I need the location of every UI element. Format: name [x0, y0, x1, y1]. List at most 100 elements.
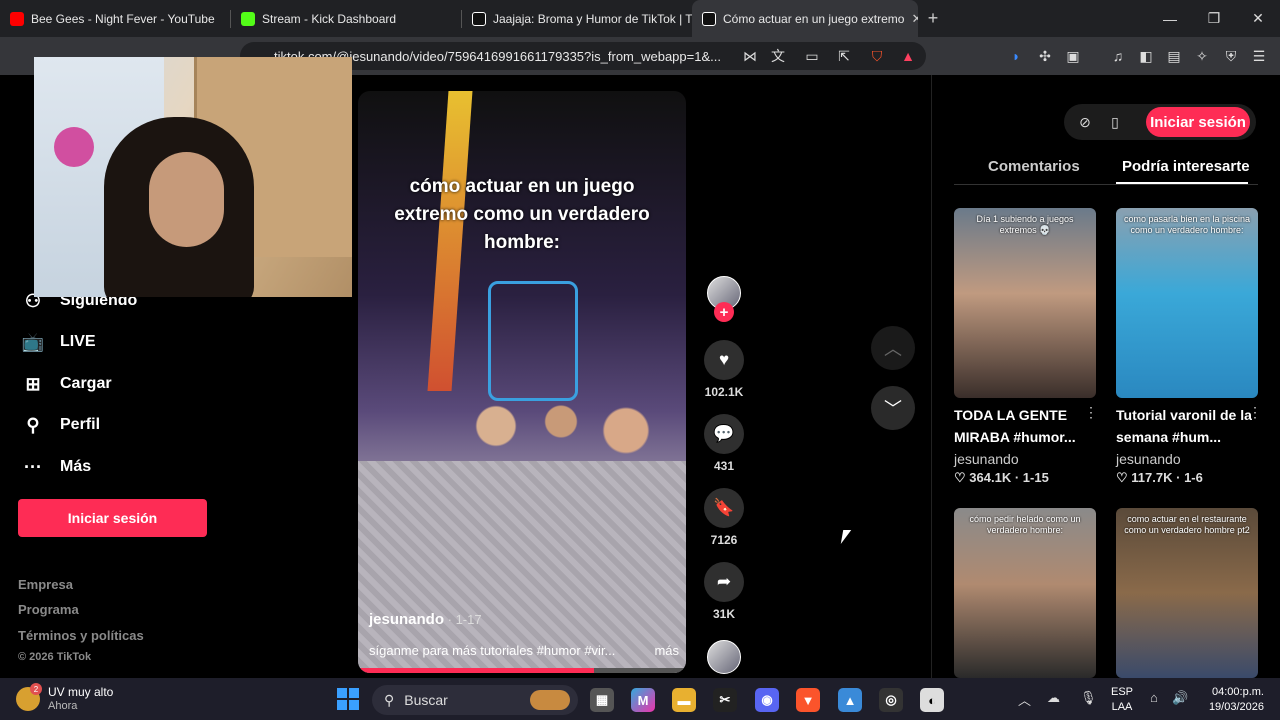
like-action[interactable]: ♥ 102.1K [700, 340, 748, 399]
volume-icon[interactable]: 🔊 [1172, 690, 1188, 706]
mute-icon[interactable]: ⋈ [740, 46, 760, 66]
screenshot-icon[interactable]: ▣ [1063, 46, 1083, 66]
tab-title: Cómo actuar en un juego extremo [723, 11, 905, 26]
card-user[interactable]: jesunando [1116, 451, 1181, 467]
weather-widget[interactable]: 2 UV muy alto Ahora [16, 683, 113, 713]
minimize-icon[interactable]: — [1148, 0, 1192, 37]
brave-shield-icon[interactable]: ⛉ [867, 46, 887, 66]
m365-icon[interactable]: M [631, 688, 655, 712]
weather-icon: 2 [16, 683, 42, 711]
video-thumbnail[interactable]: Día 1 subiendo a juegos extremos 💀 [954, 208, 1096, 398]
language-indicator[interactable]: ESP LAA [1108, 685, 1136, 715]
streamlabs-icon[interactable]: ◐ [920, 688, 944, 712]
bookmark-icon[interactable]: 🔖 [704, 488, 744, 528]
obs-icon[interactable]: ◎ [879, 688, 903, 712]
sidebar-item-more[interactable]: ··· Más [22, 456, 91, 478]
card-more-icon[interactable]: ⋮ [1248, 404, 1262, 421]
video-author[interactable]: jesunando · 1-17 [369, 611, 482, 628]
footer-link-program[interactable]: Programa [18, 602, 79, 617]
file-explorer-icon[interactable]: ▬ [672, 688, 696, 712]
comment-action[interactable]: 💬 431 [700, 414, 748, 473]
footer-link-terms[interactable]: Términos y políticas [18, 628, 144, 643]
share-icon[interactable]: ⇱ [834, 46, 854, 66]
speech-icon[interactable]: ◗ [1006, 46, 1026, 66]
taskbar-search[interactable]: ⚲ Buscar [372, 685, 578, 715]
close-icon[interactable]: ✕ [911, 11, 918, 27]
explore-icon[interactable]: ⊘ [1074, 111, 1096, 133]
close-window-icon[interactable]: ✕ [1236, 0, 1280, 37]
music-disc-icon[interactable] [707, 640, 741, 674]
music-disc[interactable] [700, 640, 748, 674]
network-icon[interactable]: ⌂ [1150, 690, 1158, 705]
weather-badge: 2 [30, 683, 42, 695]
video-player[interactable]: cómo actuar en un juego extremo como un … [358, 91, 686, 673]
music-icon[interactable]: ♫ [1108, 46, 1128, 66]
browser-tab[interactable]: Stream - Kick Dashboard [231, 0, 461, 37]
header-login-button[interactable]: Iniciar sesión [1146, 107, 1250, 137]
card-user[interactable]: jesunando [954, 451, 1019, 467]
tab-suggested[interactable]: Podría interesarte [1122, 158, 1250, 175]
video-thumbnail[interactable]: como actuar en el restaurante como un ve… [1116, 508, 1258, 678]
webcam-face [149, 152, 224, 247]
extensions-icon[interactable]: ✣ [1035, 46, 1055, 66]
discord-icon[interactable]: ◉ [755, 688, 779, 712]
card-likes: 117.7K [1131, 470, 1173, 485]
rewards-icon[interactable]: ▲ [898, 46, 918, 66]
sidebar-item-label: Cargar [60, 375, 112, 392]
maximize-icon[interactable]: ❐ [1192, 0, 1236, 37]
chevron-up-icon[interactable]: ︿ [1018, 690, 1031, 709]
layout-code: LAA [1111, 701, 1133, 713]
browser-tab[interactable]: Jaajaja: Broma y Humor de TikTok | TikTo… [462, 0, 692, 37]
cast-icon[interactable]: ▭ [802, 46, 822, 66]
video-thumbnail[interactable]: como pasarla bien en la piscina como un … [1116, 208, 1258, 398]
card-more-icon[interactable]: ⋮ [1084, 404, 1098, 421]
share-arrow-icon[interactable]: ➦ [704, 562, 744, 602]
card-stats: ♡ 364.1K · 1-15 [954, 470, 1049, 486]
vpn-icon[interactable]: ⛨ [1221, 46, 1241, 66]
card-title[interactable]: Tutorial varonil de la semana #hum... [1116, 404, 1258, 448]
follow-plus-icon[interactable]: + [714, 302, 734, 322]
video-thumbnail[interactable]: cómo pedir helado como un verdadero homb… [954, 508, 1096, 678]
microphone-icon[interactable]: 🎙 [1080, 690, 1097, 706]
sidebar-item-upload[interactable]: ⊞ Cargar [22, 373, 112, 395]
capcut-icon[interactable]: ✂ [713, 688, 737, 712]
panel-divider [931, 75, 932, 678]
browser-tab-active[interactable]: Cómo actuar en un juego extremo ✕ [692, 0, 918, 37]
mobile-icon[interactable]: ▯ [1104, 111, 1126, 133]
creator-avatar-group[interactable]: + [700, 276, 748, 322]
translate-icon[interactable]: 文 [768, 46, 788, 66]
card-date: 1-15 [1022, 470, 1049, 485]
comment-icon[interactable]: 💬 [704, 414, 744, 454]
save-action[interactable]: 🔖 7126 [700, 488, 748, 547]
footer-link-company[interactable]: Empresa [18, 577, 73, 592]
new-tab-icon[interactable]: + [918, 8, 948, 29]
share-action[interactable]: ➦ 31K [700, 562, 748, 621]
menu-icon[interactable]: ☰ [1249, 46, 1269, 66]
system-clock[interactable]: 04:00:p.m. 19/03/2026 [1198, 685, 1264, 715]
card-title[interactable]: TODA LA GENTE MIRABA #humor... [954, 404, 1096, 448]
ai-icon[interactable]: ✧ [1192, 46, 1212, 66]
onedrive-icon[interactable]: ☁ [1047, 690, 1060, 706]
youtube-icon [10, 11, 24, 26]
task-view-icon[interactable]: ▦ [590, 688, 614, 712]
browser-tab-bar: Bee Gees - Night Fever - YouTube Stream … [0, 0, 1280, 37]
previous-video-button[interactable]: ︿ [871, 326, 915, 370]
photos-icon[interactable]: ▲ [838, 688, 862, 712]
card-date: 1-6 [1184, 470, 1203, 485]
sidebar-item-profile[interactable]: ⚲ Perfil [22, 414, 100, 436]
video-progress-bar[interactable] [358, 668, 686, 673]
browser-tab[interactable]: Bee Gees - Night Fever - YouTube [0, 0, 230, 37]
windows-start-icon[interactable] [337, 688, 359, 710]
sidebar-login-button[interactable]: Iniciar sesión [18, 499, 207, 537]
caption-more-link[interactable]: más [654, 643, 679, 658]
thumbnail-text: como pasarla bien en la piscina como un … [1123, 214, 1251, 235]
wallet-icon[interactable]: ▤ [1164, 46, 1184, 66]
video-progress-fill [358, 668, 595, 673]
sidebar-item-live[interactable]: 📺 LIVE [22, 331, 96, 353]
next-video-button[interactable]: ﹀ [871, 386, 915, 430]
heart-icon[interactable]: ♥ [704, 340, 744, 380]
tab-comments[interactable]: Comentarios [988, 158, 1080, 175]
tabs-baseline [954, 184, 1258, 185]
sidebar-toggle-icon[interactable]: ◧ [1136, 46, 1156, 66]
brave-icon[interactable]: ▼ [796, 688, 820, 712]
